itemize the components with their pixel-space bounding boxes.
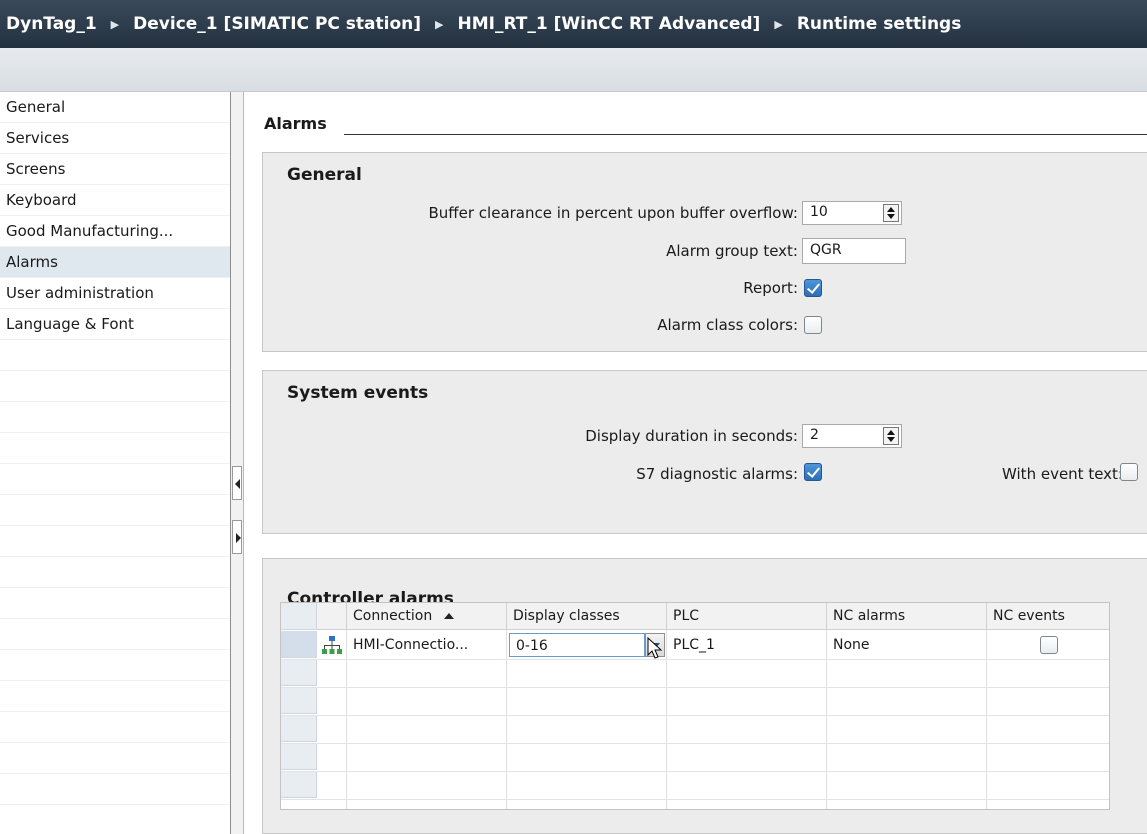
- general-group-title: General: [287, 165, 362, 185]
- settings-nav: General Services Screens Keyboard Good M…: [0, 92, 230, 834]
- nav-item-language-font[interactable]: Language & Font: [0, 309, 230, 340]
- display-duration-label: Display duration in seconds:: [585, 427, 798, 445]
- row-divider: [281, 687, 1109, 688]
- breadcrumb-separator-icon: ▶: [774, 17, 783, 31]
- general-group: General Buffer clearance in percent upon…: [262, 152, 1147, 352]
- nav-empty-row: [0, 433, 230, 464]
- spinner-updown-icon[interactable]: [883, 204, 899, 222]
- section-title: Alarms: [264, 114, 333, 133]
- display-duration-spinner[interactable]: 2: [802, 424, 902, 448]
- breadcrumb-separator-icon: ▶: [435, 17, 444, 31]
- column-header-nc-events[interactable]: NC events: [987, 603, 1109, 630]
- connection-network-icon: [321, 631, 345, 659]
- section-divider: [344, 134, 1147, 135]
- row-selector[interactable]: [281, 687, 317, 714]
- sort-ascending-icon: [444, 613, 455, 619]
- buffer-clearance-label: Buffer clearance in percent upon buffer …: [428, 204, 799, 222]
- cell-connection[interactable]: HMI-Connectio...: [347, 631, 507, 659]
- buffer-clearance-spinner[interactable]: 10: [802, 201, 902, 225]
- nav-item-keyboard[interactable]: Keyboard: [0, 185, 230, 216]
- alarm-group-text-input[interactable]: QGR: [802, 238, 906, 264]
- breadcrumb-separator-icon: ▶: [110, 17, 120, 31]
- nav-empty-row: [0, 805, 230, 834]
- s7-diagnostic-alarms-checkbox[interactable]: [804, 463, 822, 481]
- row-selector[interactable]: [281, 659, 317, 686]
- breadcrumb-item[interactable]: Device_1 [SIMATIC PC station]: [133, 14, 421, 34]
- nav-item-services[interactable]: Services: [0, 123, 230, 154]
- alarm-group-text-label: Alarm group text:: [666, 242, 798, 260]
- cell-display-classes[interactable]: 0-16: [507, 631, 667, 659]
- expand-right-icon[interactable]: [232, 520, 242, 554]
- nav-empty-row: [0, 402, 230, 433]
- row-divider: [281, 715, 1109, 716]
- spinner-updown-icon[interactable]: [883, 427, 899, 445]
- row-divider: [281, 799, 1109, 800]
- alarm-class-colors-checkbox[interactable]: [804, 316, 822, 334]
- collapse-left-icon[interactable]: [232, 466, 242, 500]
- display-classes-input[interactable]: 0-16: [509, 633, 645, 657]
- breadcrumb-item[interactable]: HMI_RT_1 [WinCC RT Advanced]: [458, 14, 761, 34]
- nav-empty-row: [0, 371, 230, 402]
- with-event-text-label: With event text:: [1002, 465, 1123, 483]
- column-header-plc[interactable]: PLC: [667, 603, 827, 630]
- nav-empty-row: [0, 340, 230, 371]
- with-event-text-checkbox[interactable]: [1120, 463, 1138, 481]
- nav-item-user-administration[interactable]: User administration: [0, 278, 230, 309]
- report-checkbox[interactable]: [804, 279, 822, 297]
- alarms-settings-panel: Alarms General Buffer clearance in perce…: [244, 92, 1147, 834]
- nc-events-checkbox[interactable]: [1040, 636, 1058, 654]
- controller-alarms-table: Connection Display classes PLC NC alarms…: [280, 602, 1110, 810]
- breadcrumb-item[interactable]: DynTag_1: [6, 14, 97, 34]
- row-selector[interactable]: [281, 715, 317, 742]
- column-header-display-classes[interactable]: Display classes: [507, 603, 667, 630]
- panel-splitter[interactable]: [230, 92, 244, 834]
- system-events-group: System events Display duration in second…: [262, 370, 1147, 534]
- nav-empty-row: [0, 588, 230, 619]
- nav-item-good-manufacturing[interactable]: Good Manufacturing...: [0, 216, 230, 247]
- alarm-class-colors-label: Alarm class colors:: [657, 316, 798, 334]
- buffer-clearance-value: 10: [810, 204, 828, 220]
- row-selector[interactable]: [281, 771, 317, 798]
- nav-empty-row: [0, 774, 230, 805]
- table-corner: [281, 603, 317, 630]
- nav-empty-row: [0, 619, 230, 650]
- row-divider: [281, 659, 1109, 660]
- nav-empty-row: [0, 495, 230, 526]
- column-header-icon: [317, 603, 347, 630]
- cell-nc-alarms[interactable]: None: [827, 631, 987, 659]
- nav-empty-row: [0, 557, 230, 588]
- mouse-cursor-icon: [647, 637, 663, 659]
- cell-plc[interactable]: PLC_1: [667, 631, 827, 659]
- nav-empty-row: [0, 681, 230, 712]
- nav-empty-row: [0, 712, 230, 743]
- row-selector[interactable]: [281, 631, 317, 658]
- nav-item-alarms[interactable]: Alarms: [0, 247, 230, 278]
- report-label: Report:: [743, 279, 798, 297]
- system-events-group-title: System events: [287, 383, 429, 403]
- nav-empty-row: [0, 526, 230, 557]
- cell-nc-events[interactable]: [987, 631, 1109, 659]
- s7-diagnostic-alarms-label: S7 diagnostic alarms:: [636, 465, 798, 483]
- column-header-connection[interactable]: Connection: [347, 603, 507, 630]
- nav-empty-row: [0, 464, 230, 495]
- breadcrumb-item[interactable]: Runtime settings: [797, 14, 962, 34]
- column-header-nc-alarms[interactable]: NC alarms: [827, 603, 987, 630]
- nav-item-general[interactable]: General: [0, 92, 230, 123]
- display-duration-value: 2: [810, 427, 819, 443]
- column-header-connection-label: Connection: [353, 608, 433, 624]
- row-divider: [281, 743, 1109, 744]
- nav-empty-row: [0, 743, 230, 774]
- breadcrumb: DynTag_1 ▶ Device_1 [SIMATIC PC station]…: [0, 0, 1147, 48]
- row-divider: [281, 771, 1109, 772]
- nav-item-screens[interactable]: Screens: [0, 154, 230, 185]
- toolbar: [0, 48, 1147, 92]
- alarm-group-text-value: QGR: [810, 242, 842, 258]
- nav-empty-row: [0, 650, 230, 681]
- row-selector[interactable]: [281, 743, 317, 770]
- display-classes-value: 0-16: [516, 638, 548, 654]
